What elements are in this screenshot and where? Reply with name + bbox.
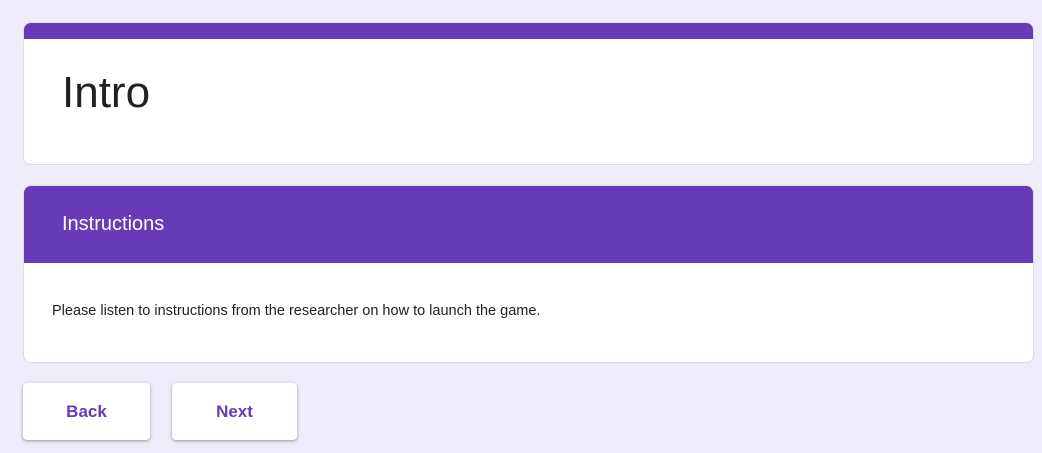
back-button[interactable]: Back xyxy=(23,383,150,440)
section-description: Please listen to instructions from the r… xyxy=(52,303,541,319)
form-title-card: Intro xyxy=(23,22,1034,165)
form-container: Intro Instructions Please listen to inst… xyxy=(23,22,1034,363)
section-body: Please listen to instructions from the r… xyxy=(24,263,1033,319)
section-header: Instructions xyxy=(24,186,1033,263)
form-title: Intro xyxy=(62,68,151,117)
section-card: Instructions Please listen to instructio… xyxy=(23,185,1034,363)
title-accent-bar xyxy=(24,23,1033,39)
next-button[interactable]: Next xyxy=(172,383,297,440)
navigation-buttons: Back Next xyxy=(23,383,297,440)
section-title: Instructions xyxy=(62,213,165,235)
